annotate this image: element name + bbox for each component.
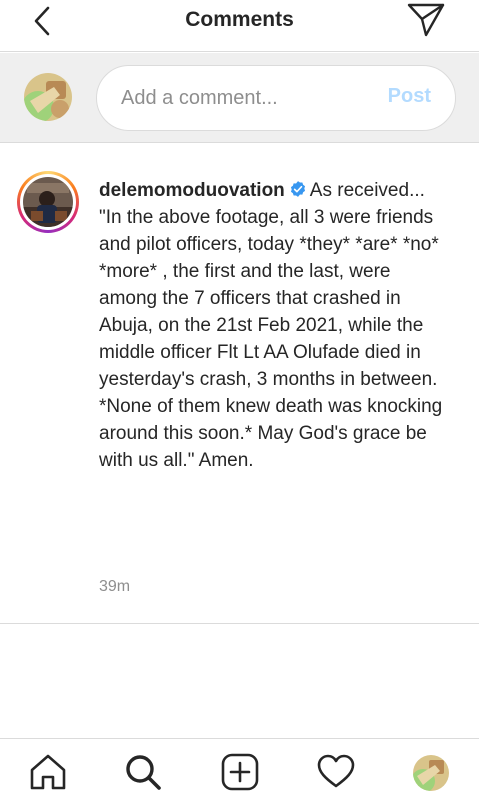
user-avatar bbox=[24, 73, 72, 121]
tab-create[interactable] bbox=[219, 751, 261, 793]
comment-field-wrapper: Post bbox=[96, 65, 456, 131]
commenter-avatar bbox=[23, 177, 73, 227]
paper-plane-icon bbox=[407, 3, 445, 37]
bottom-tab-bar bbox=[0, 738, 479, 804]
tab-activity[interactable] bbox=[315, 751, 357, 793]
verified-badge-icon bbox=[290, 181, 305, 197]
tab-search[interactable] bbox=[122, 751, 164, 793]
create-icon bbox=[221, 753, 259, 791]
comment-input[interactable] bbox=[121, 66, 371, 130]
comment-body: delemomoduovation As received... "In the … bbox=[99, 177, 449, 474]
share-button[interactable] bbox=[406, 2, 446, 38]
comment-item: delemomoduovation As received... "In the … bbox=[0, 144, 479, 624]
top-bar: Comments bbox=[0, 0, 479, 52]
search-icon bbox=[126, 755, 161, 790]
comment-composer: Post bbox=[0, 53, 479, 143]
tab-profile-avatar[interactable] bbox=[413, 755, 449, 791]
comment-text: As received... "In the above footage, al… bbox=[99, 180, 443, 471]
post-button[interactable]: Post bbox=[388, 85, 431, 108]
story-ring[interactable] bbox=[17, 171, 79, 233]
comment-timestamp: 39m bbox=[99, 578, 131, 595]
comment-username[interactable]: delemomoduovation bbox=[99, 180, 285, 201]
heart-icon bbox=[317, 754, 355, 788]
tab-home[interactable] bbox=[27, 751, 69, 793]
home-icon bbox=[30, 754, 66, 790]
